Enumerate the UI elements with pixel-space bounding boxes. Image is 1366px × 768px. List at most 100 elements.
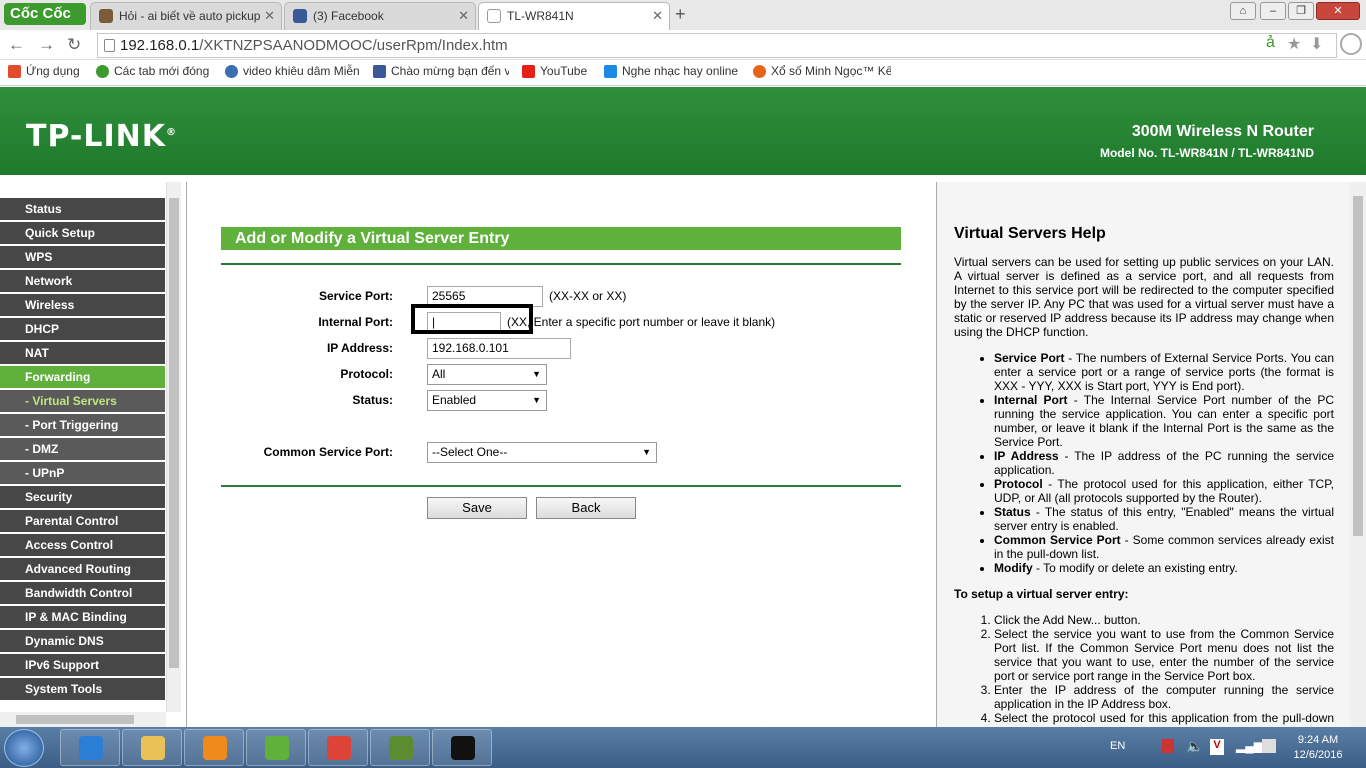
tab-1[interactable]: Hỏi - ai biết về auto pickup ✕ bbox=[90, 2, 282, 30]
bookmark-apps[interactable]: Ứng dụng bbox=[8, 64, 88, 78]
menu-item-network[interactable]: Network bbox=[0, 270, 165, 294]
tab-close-icon[interactable]: ✕ bbox=[264, 3, 275, 29]
coccoc-logo[interactable]: Cốc Cốc bbox=[4, 3, 86, 25]
close-icon[interactable]: ✕ bbox=[1316, 2, 1360, 20]
menu-item-dhcp[interactable]: DHCP bbox=[0, 318, 165, 342]
reload-icon[interactable]: ↻ bbox=[67, 35, 81, 55]
menu-item-wireless[interactable]: Wireless bbox=[0, 294, 165, 318]
help-list: Service Port - The numbers of External S… bbox=[994, 351, 1334, 575]
status-select[interactable]: Enabled ▼ bbox=[427, 390, 547, 411]
taskbar-app[interactable] bbox=[370, 729, 430, 766]
minimize-icon[interactable]: – bbox=[1260, 2, 1286, 20]
ip-address-label: IP Address: bbox=[326, 341, 393, 355]
help-item: Internal Port - The Internal Service Por… bbox=[994, 393, 1334, 449]
back-arrow-icon[interactable]: ← bbox=[8, 35, 25, 55]
menu-item-upnp[interactable]: - UPnP bbox=[0, 462, 165, 486]
chrome-icon bbox=[327, 736, 351, 760]
menu-item-security[interactable]: Security bbox=[0, 486, 165, 510]
menu-item-quick-setup[interactable]: Quick Setup bbox=[0, 222, 165, 246]
ie-icon bbox=[79, 736, 103, 760]
tab-3[interactable]: TL-WR841N ✕ bbox=[478, 2, 670, 30]
browser-toolbar: ← → ↻ 192.168.0.1/XKTNZPSAANODMOOC/userR… bbox=[0, 30, 1366, 60]
menu-item-advanced-routing[interactable]: Advanced Routing bbox=[0, 558, 165, 582]
taskbar-app[interactable] bbox=[122, 729, 182, 766]
youtube-icon bbox=[522, 65, 535, 78]
tab-close-icon[interactable]: ✕ bbox=[458, 3, 469, 29]
download-icon[interactable]: ⬇ bbox=[1310, 34, 1323, 54]
menu-item-wps[interactable]: WPS bbox=[0, 246, 165, 270]
menu-item-ipv6-support[interactable]: IPv6 Support bbox=[0, 654, 165, 678]
language-indicator[interactable]: EN bbox=[1110, 740, 1125, 752]
taskbar-app[interactable] bbox=[308, 729, 368, 766]
menu-item-nat[interactable]: NAT bbox=[0, 342, 165, 366]
new-tab-icon[interactable]: + bbox=[675, 4, 686, 25]
internal-port-label: Internal Port: bbox=[318, 315, 393, 329]
menu-item-dynamic-dns[interactable]: Dynamic DNS bbox=[0, 630, 165, 654]
menu-item-status[interactable]: Status bbox=[0, 198, 165, 222]
volume-icon[interactable]: 🔈 bbox=[1186, 738, 1203, 755]
bookmarks-bar: Ứng dụng Các tab mới đóng video khiêu dâ… bbox=[0, 60, 1366, 86]
user-icon[interactable]: ⌂ bbox=[1230, 2, 1256, 20]
scroll-thumb[interactable] bbox=[169, 198, 179, 668]
menu-item-bandwidth-control[interactable]: Bandwidth Control bbox=[0, 582, 165, 606]
setup-title: To setup a virtual server entry: bbox=[954, 587, 1129, 601]
scroll-thumb[interactable] bbox=[16, 715, 134, 724]
divider bbox=[221, 263, 901, 265]
menu-item-ip-mac-binding[interactable]: IP & MAC Binding bbox=[0, 606, 165, 630]
action-center-icon[interactable] bbox=[1262, 739, 1276, 753]
bookmark-music[interactable]: Nghe nhạc hay online bbox=[604, 64, 740, 78]
tab-close-icon[interactable]: ✕ bbox=[652, 3, 663, 29]
maximize-icon[interactable]: ❐ bbox=[1288, 2, 1314, 20]
common-service-port-select[interactable]: --Select One-- ▼ bbox=[427, 442, 657, 463]
help-term: Protocol bbox=[994, 477, 1043, 491]
taskbar-app[interactable] bbox=[432, 729, 492, 766]
menu-item-port-triggering[interactable]: - Port Triggering bbox=[0, 414, 165, 438]
clock[interactable]: 9:24 AM 12/6/2016 bbox=[1288, 733, 1348, 763]
ip-address-input[interactable]: 192.168.0.101 bbox=[427, 338, 571, 359]
bookmark-recent-tabs[interactable]: Các tab mới đóng bbox=[96, 64, 216, 78]
start-button[interactable] bbox=[4, 729, 44, 767]
taskbar-app[interactable] bbox=[60, 729, 120, 766]
menu-item-forwarding[interactable]: Forwarding bbox=[0, 366, 165, 390]
protocol-label: Protocol: bbox=[340, 367, 393, 381]
scroll-thumb[interactable] bbox=[1353, 196, 1363, 536]
help-item: Service Port - The numbers of External S… bbox=[994, 351, 1334, 393]
back-button[interactable]: Back bbox=[536, 497, 636, 519]
menu-item-access-control[interactable]: Access Control bbox=[0, 534, 165, 558]
bookmark-lottery[interactable]: Xổ số Minh Ngọc™ Kế bbox=[753, 64, 891, 78]
help-vertical-scrollbar[interactable] bbox=[1350, 182, 1366, 727]
page-icon bbox=[487, 9, 501, 23]
security-icon[interactable] bbox=[1162, 739, 1174, 753]
taskbar: EN 🔈 V ▂▄▆ 9:24 AM 12/6/2016 bbox=[0, 727, 1366, 768]
bookmark-youtube[interactable]: YouTube bbox=[522, 64, 594, 78]
taskbar-app[interactable] bbox=[184, 729, 244, 766]
menu-item-parental-control[interactable]: Parental Control bbox=[0, 510, 165, 534]
help-term: Internal Port bbox=[994, 393, 1068, 407]
star-icon[interactable]: ★ bbox=[1287, 34, 1301, 54]
save-button[interactable]: Save bbox=[427, 497, 527, 519]
menu-item-system-tools[interactable]: System Tools bbox=[0, 678, 165, 702]
tab-2[interactable]: (3) Facebook ✕ bbox=[284, 2, 476, 30]
bookmark-3[interactable]: video khiêu dâm Miễn bbox=[225, 64, 361, 78]
tab-title: (3) Facebook bbox=[313, 9, 384, 23]
menu-vertical-scrollbar[interactable] bbox=[166, 182, 181, 712]
antivirus-icon[interactable]: V bbox=[1210, 739, 1224, 755]
menu-item-dmz[interactable]: - DMZ bbox=[0, 438, 165, 462]
forward-arrow-icon[interactable]: → bbox=[38, 35, 55, 55]
chevron-down-icon: ▼ bbox=[642, 447, 651, 457]
network-signal-icon[interactable]: ▂▄▆ bbox=[1236, 739, 1263, 753]
bookmark-facebook[interactable]: Chào mừng bạn đến v bbox=[373, 64, 509, 78]
help-text: - The protocol used for this application… bbox=[994, 477, 1334, 505]
cmd-icon bbox=[451, 736, 475, 760]
protocol-select[interactable]: All ▼ bbox=[427, 364, 547, 385]
account-icon[interactable] bbox=[1340, 33, 1362, 55]
translate-icon[interactable]: ả bbox=[1266, 34, 1275, 52]
menu-horizontal-scrollbar[interactable] bbox=[0, 712, 166, 727]
page-info-icon[interactable] bbox=[104, 39, 115, 52]
help-text: - To modify or delete an existing entry. bbox=[1032, 561, 1238, 575]
lottery-icon bbox=[753, 65, 766, 78]
chevron-down-icon: ▼ bbox=[532, 369, 541, 379]
taskbar-app[interactable] bbox=[246, 729, 306, 766]
address-bar[interactable]: 192.168.0.1/XKTNZPSAANODMOOC/userRpm/Ind… bbox=[97, 33, 1337, 58]
menu-item-virtual-servers[interactable]: - Virtual Servers bbox=[0, 390, 165, 414]
